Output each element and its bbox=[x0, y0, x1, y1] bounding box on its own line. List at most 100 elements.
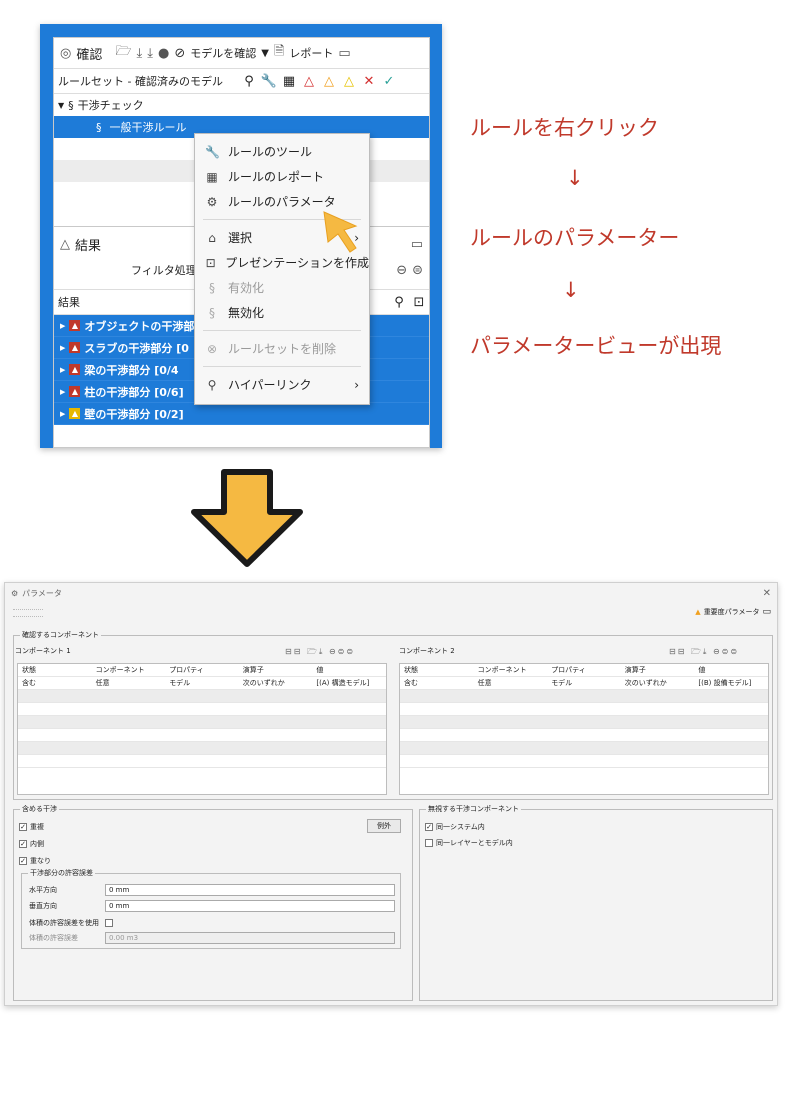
yellow-triangle-icon: △ bbox=[344, 73, 354, 89]
checkbox-unchecked-icon bbox=[105, 919, 113, 927]
mouse-cursor-icon bbox=[323, 211, 358, 253]
window-icon[interactable]: ▭ bbox=[338, 46, 350, 61]
checkbox-unchecked-icon bbox=[425, 839, 433, 847]
exception-button[interactable]: 例外 bbox=[367, 819, 401, 833]
ignore-same-system-checkbox[interactable]: ✓ 同一システム内 bbox=[425, 822, 485, 832]
red-alert-badge-icon: ▲ bbox=[69, 386, 81, 397]
menu-item-rule-report[interactable]: ▦ ルールのレポート bbox=[195, 164, 369, 189]
table-header-row: 状態 コンポーネント プロパティ 演算子 値 bbox=[400, 664, 768, 677]
table-icon: ▦ bbox=[282, 73, 296, 89]
volume-tolerance-input: 0.00 m3 bbox=[105, 932, 395, 944]
include-inside-checkbox[interactable]: ✓ 内側 bbox=[19, 839, 44, 849]
window-icon[interactable]: ▭ bbox=[762, 607, 771, 617]
table-row-empty bbox=[18, 755, 386, 768]
step1-annotation: ルールを右クリック bbox=[470, 116, 659, 140]
down-arrow-annotation: ↓ bbox=[566, 166, 584, 190]
tolerance-group-label: 干渉部分の許容誤差 bbox=[28, 868, 95, 878]
checkbox-checked-icon: ✓ bbox=[19, 857, 27, 865]
menu-item-rule-tools[interactable]: 🔧 ルールのツール bbox=[195, 139, 369, 164]
use-volume-tolerance-checkbox[interactable]: 体積の許容誤差を使用 bbox=[29, 918, 113, 928]
table-row-empty bbox=[18, 690, 386, 703]
component1-toolbar[interactable]: ⊟⊟ 🗁⤓ ⊖⊜⊜ bbox=[285, 646, 355, 660]
stop-icon[interactable]: ● bbox=[158, 46, 169, 61]
menu-item-disable[interactable]: § 無効化 bbox=[195, 300, 369, 325]
checkbox-checked-icon: ✓ bbox=[425, 823, 433, 831]
menu-separator bbox=[203, 330, 361, 331]
vertical-tolerance-input[interactable]: 0 mm bbox=[105, 900, 395, 912]
chevron-down-icon[interactable]: ▼ bbox=[261, 48, 269, 59]
warning-triangle-icon: △ bbox=[60, 236, 70, 252]
link-icon: ⚲ bbox=[207, 377, 217, 392]
check-icon: ✓ bbox=[383, 73, 395, 89]
confirm-toolbar: ◎ 確認 🗁 ⤓ ⤓ ● ⊘ モデルを確認 ▼ 🗎 レポート ▭ bbox=[54, 38, 429, 68]
vertical-label: 垂直方向 bbox=[29, 902, 57, 910]
report-icon: 🗎 bbox=[273, 44, 285, 59]
parameter-dialog: ⚙ パラメータ ✕ ▲ 重要度パラメータ ▭ 確認するコンポーネント コンポーネ… bbox=[4, 582, 778, 1006]
table-row-empty bbox=[400, 742, 768, 755]
menu-separator bbox=[203, 366, 361, 367]
link-icon: ⚲ bbox=[244, 73, 254, 89]
component1-label: コンポーネント 1 bbox=[15, 647, 71, 655]
result-title: 結果 bbox=[75, 238, 102, 254]
component1-table: 状態 コンポーネント プロパティ 演算子 値 含む 任意 モデル 次のいずれか … bbox=[17, 663, 387, 795]
context-menu: 🔧 ルールのツール ▦ ルールのレポート ⚙ ルールのパラメータ ⌂ 選択 › ⊡ プレゼン… bbox=[194, 133, 370, 405]
close-icon[interactable]: ✕ bbox=[763, 588, 771, 599]
confirm-title: 確認 bbox=[76, 47, 103, 63]
ruleset-column-label: ルールセット - 確認済みのモデル bbox=[58, 75, 223, 88]
check-circle-icon: ⊘ bbox=[174, 45, 186, 61]
include-overlap-checkbox[interactable]: ✓ 重複 bbox=[19, 822, 44, 832]
delete-icon: ⊗ bbox=[206, 341, 218, 356]
menu-item-hyperlink[interactable]: ⚲ ハイパーリンク › bbox=[195, 372, 369, 397]
component2-table: 状態 コンポーネント プロパティ 演算子 値 含む 任意 モデル 次のいずれか … bbox=[399, 663, 769, 795]
import-icon[interactable]: ⤓ bbox=[136, 46, 142, 61]
checkbox-checked-icon: ✓ bbox=[19, 823, 27, 831]
expand-arrow-icon[interactable]: ▼ bbox=[58, 101, 64, 110]
check-model-button[interactable]: モデルを確認 bbox=[190, 45, 256, 61]
wrench-icon: 🔧 bbox=[205, 144, 220, 159]
components-group-label: 確認するコンポーネント bbox=[20, 630, 101, 640]
top-screenshot-panel: ◎ 確認 🗁 ⤓ ⤓ ● ⊘ モデルを確認 ▼ 🗎 レポート ▭ ルールセット … bbox=[40, 24, 442, 448]
result-item[interactable]: ▶ ▲ 壁の干渉部分 [0/2] bbox=[54, 403, 429, 425]
horizontal-tolerance-input[interactable]: 0 mm bbox=[105, 884, 395, 896]
warning-triangle-icon: ▲ bbox=[695, 608, 701, 616]
ruleset-icon: § bbox=[68, 98, 74, 112]
dialog-title: パラメータ bbox=[22, 588, 62, 598]
component2-label: コンポーネント 2 bbox=[399, 647, 455, 655]
table-row-empty bbox=[18, 742, 386, 755]
red-alert-badge-icon: ▲ bbox=[69, 342, 81, 353]
include-touch-checkbox[interactable]: ✓ 重なり bbox=[19, 856, 51, 866]
table-row[interactable]: 含む 任意 モデル 次のいずれか [(B) 設備モデル] bbox=[400, 677, 768, 690]
table-header-row: 状態 コンポーネント プロパティ 演算子 値 bbox=[18, 664, 386, 677]
yellow-badge-icon: ▲ bbox=[69, 408, 81, 419]
report-button[interactable]: レポート bbox=[289, 45, 333, 61]
check-panel-icon: ◎ bbox=[60, 45, 72, 61]
red-alert-badge-icon: ▲ bbox=[69, 320, 81, 331]
table-row[interactable]: 含む 任意 モデル 次のいずれか [(A) 構造モデル] bbox=[18, 677, 386, 690]
severity-parameter-link[interactable]: ▲ 重要度パラメータ ▭ bbox=[695, 607, 771, 617]
table-row-empty bbox=[400, 703, 768, 716]
big-down-arrow-icon bbox=[191, 469, 303, 567]
tree-rule-label: 一般干渉ルール bbox=[109, 121, 187, 134]
section-icon: § bbox=[209, 305, 215, 320]
table-row-empty bbox=[400, 755, 768, 768]
ignore-same-layer-checkbox[interactable]: 同一レイヤーとモデル内 bbox=[425, 838, 513, 848]
table-row-empty bbox=[18, 729, 386, 742]
clipboard-icon[interactable]: ⊖ bbox=[396, 263, 407, 278]
clipboard-list-icon[interactable]: ⊜ bbox=[412, 263, 423, 278]
checkbox-checked-icon: ✓ bbox=[19, 840, 27, 848]
ruleset-column-header: ルールセット - 確認済みのモデル ⚲ 🔧 ▦ △ △ △ ✕ ✓ bbox=[54, 68, 429, 94]
menu-item-enable: § 有効化 bbox=[195, 275, 369, 300]
chevron-right-icon: › bbox=[354, 377, 359, 392]
table-icon: ▦ bbox=[206, 169, 218, 184]
red-alert-badge-icon: ▲ bbox=[69, 364, 81, 375]
tree-group-row[interactable]: ▼ § 干渉チェック bbox=[54, 94, 429, 116]
import-alt-icon[interactable]: ⤓ bbox=[147, 46, 153, 61]
table-row-empty bbox=[18, 716, 386, 729]
dialog-titlebar: ⚙ パラメータ ✕ bbox=[5, 583, 777, 603]
component2-toolbar[interactable]: ⊟⊟ 🗁⤓ ⊖⊜⊜ bbox=[669, 646, 739, 660]
horizontal-label: 水平方向 bbox=[29, 886, 57, 894]
drag-handle[interactable] bbox=[13, 609, 43, 617]
window-icon[interactable]: ▭ bbox=[411, 237, 423, 252]
presentation-icon: ⊡ bbox=[205, 255, 216, 270]
folder-icon[interactable]: 🗁 bbox=[115, 42, 131, 64]
